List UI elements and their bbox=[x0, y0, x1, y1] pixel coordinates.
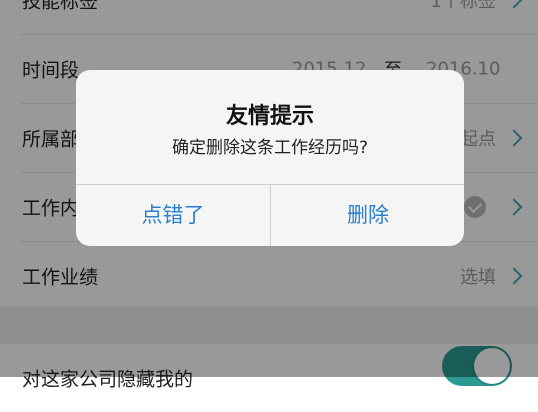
confirm-delete-dialog: 友情提示 确定删除这条工作经历吗? 点错了 删除 bbox=[76, 70, 464, 246]
dialog-title: 友情提示 bbox=[225, 104, 314, 129]
dialog-message: 确定删除这条工作经历吗? bbox=[171, 138, 369, 158]
delete-button[interactable]: 删除 bbox=[271, 185, 464, 246]
cancel-button[interactable]: 点错了 bbox=[76, 185, 270, 246]
